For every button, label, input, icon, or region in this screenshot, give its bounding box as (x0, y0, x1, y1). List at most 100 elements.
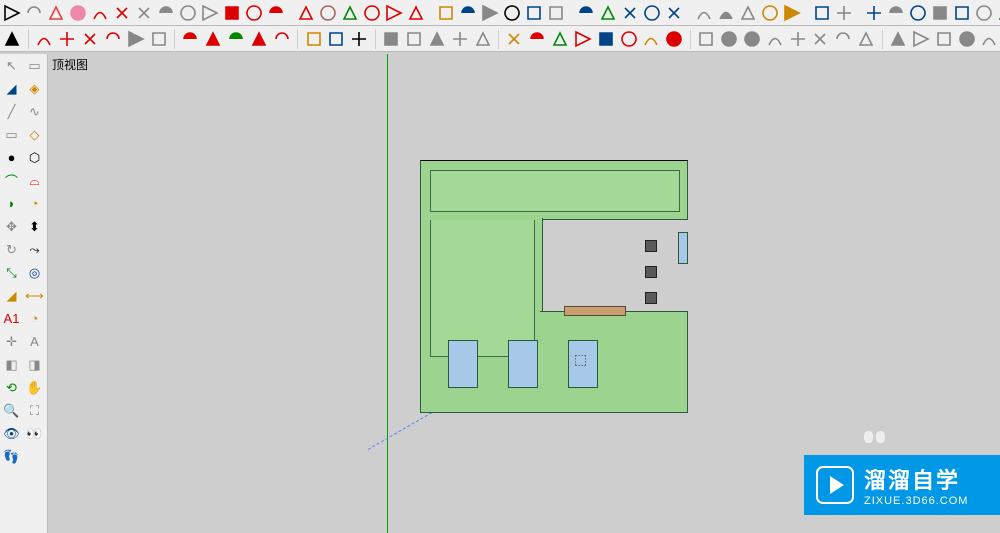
walk-icon[interactable] (738, 2, 758, 24)
text-label-icon[interactable] (502, 2, 522, 24)
tape-l-icon[interactable]: ◢ (0, 284, 23, 307)
walk-l-icon[interactable]: 👣 (0, 445, 23, 468)
move-icon[interactable] (296, 2, 316, 24)
curve-3-icon[interactable] (80, 28, 101, 50)
protractor-l-icon[interactable]: ◔ (23, 307, 46, 330)
select-arrow-icon[interactable] (2, 2, 22, 24)
offset-2-icon[interactable] (271, 28, 292, 50)
section-l-icon[interactable]: ◧ (0, 353, 23, 376)
position-cam-l-icon[interactable]: 👁 (0, 422, 23, 445)
rotate-icon[interactable] (340, 2, 360, 24)
zoom-window-icon[interactable] (642, 2, 662, 24)
dimension-l-icon[interactable]: ⟷ (23, 284, 46, 307)
orbit-l-icon[interactable]: ⟲ (0, 376, 23, 399)
shaded-icon[interactable] (952, 2, 972, 24)
house-6-icon[interactable] (856, 28, 877, 50)
tape-2-icon[interactable] (303, 28, 324, 50)
box-5-icon[interactable] (979, 28, 1000, 50)
box-4-icon[interactable] (956, 28, 977, 50)
tape-measure-icon[interactable] (436, 2, 456, 24)
zoom-l-icon[interactable]: 🔍 (0, 399, 23, 422)
arc-2pt-l-icon[interactable]: ⌓ (23, 169, 46, 192)
push-2-icon[interactable] (203, 28, 224, 50)
hidden-line-icon[interactable] (930, 2, 950, 24)
polygon-l-icon[interactable]: ⬡ (23, 146, 46, 169)
rotate-2-icon[interactable] (226, 28, 247, 50)
zoom-ext-l-icon[interactable]: ⛶ (23, 399, 46, 422)
ruby-icon[interactable] (664, 28, 685, 50)
paint-bucket-icon[interactable] (46, 2, 66, 24)
face-tool-2-icon[interactable] (148, 28, 169, 50)
scale-2-icon[interactable] (248, 28, 269, 50)
select-icon[interactable]: ↖ (0, 54, 23, 77)
monochrome-icon[interactable] (996, 2, 1000, 24)
cam-right-icon[interactable] (449, 28, 470, 50)
scale-icon[interactable] (384, 2, 404, 24)
rotated-rect-icon[interactable] (156, 2, 176, 24)
polygon-icon[interactable] (200, 2, 220, 24)
offset-icon[interactable] (406, 2, 426, 24)
dim-2-icon[interactable] (326, 28, 347, 50)
component-make-icon[interactable] (24, 2, 44, 24)
pan-l-icon[interactable]: ✋ (23, 376, 46, 399)
circle-icon[interactable] (178, 2, 198, 24)
plugin-4-icon[interactable] (572, 28, 593, 50)
plugin-7-icon[interactable] (641, 28, 662, 50)
cam-front-icon[interactable] (426, 28, 447, 50)
follow-me-icon[interactable] (362, 2, 382, 24)
curve-2-icon[interactable] (57, 28, 78, 50)
circle-l-icon[interactable]: ● (0, 146, 23, 169)
cam-top-icon[interactable] (404, 28, 425, 50)
back-edges-icon[interactable] (886, 2, 906, 24)
move-2-icon[interactable] (180, 28, 201, 50)
pan-icon[interactable] (598, 2, 618, 24)
curve-1-icon[interactable] (34, 28, 55, 50)
pencil-icon[interactable] (90, 2, 110, 24)
fog-icon[interactable] (834, 2, 854, 24)
arc-l-icon[interactable]: ⌒ (0, 169, 23, 192)
protractor-icon[interactable] (480, 2, 500, 24)
eraser-icon[interactable] (68, 2, 88, 24)
blank-l-icon[interactable] (23, 445, 46, 468)
box-2-icon[interactable] (910, 28, 931, 50)
house-2-icon[interactable] (764, 28, 785, 50)
warehouse-1-icon[interactable] (696, 28, 717, 50)
offset-l-icon[interactable]: ◎ (23, 261, 46, 284)
select-arrow-2-icon[interactable] (2, 28, 23, 50)
make-component-icon[interactable]: ▭ (23, 54, 46, 77)
rectangle-icon[interactable] (134, 2, 154, 24)
pie-icon[interactable] (266, 2, 286, 24)
cam-back-icon[interactable] (472, 28, 493, 50)
house-5-icon[interactable] (833, 28, 854, 50)
orbit-icon-icon[interactable] (576, 2, 596, 24)
zoom-extents-icon[interactable] (664, 2, 684, 24)
3d-text-icon[interactable] (546, 2, 566, 24)
section-fill-l-icon[interactable]: ◨ (23, 353, 46, 376)
freehand-icon[interactable] (112, 2, 132, 24)
shadows-icon[interactable] (812, 2, 832, 24)
axes-icon[interactable] (524, 2, 544, 24)
position-camera-icon[interactable] (694, 2, 714, 24)
warehouse-2-icon[interactable] (719, 28, 740, 50)
push-pull-icon[interactable] (318, 2, 338, 24)
xray-icon[interactable] (864, 2, 884, 24)
paint-bucket-l-icon[interactable]: ◢ (0, 77, 23, 100)
text-l-icon[interactable]: A1 (0, 307, 23, 330)
rotate-l-icon[interactable]: ↻ (0, 238, 23, 261)
plugin-3-icon[interactable] (550, 28, 571, 50)
look-l-icon[interactable]: 👀 (23, 422, 46, 445)
model-group[interactable]: ⬚ (420, 160, 690, 414)
follow-me-l-icon[interactable]: ⤳ (23, 238, 46, 261)
eraser-l-icon[interactable]: ◈ (23, 77, 46, 100)
cam-iso-icon[interactable] (381, 28, 402, 50)
plugin-6-icon[interactable] (618, 28, 639, 50)
zoom-icon[interactable] (620, 2, 640, 24)
section-plane-icon[interactable] (760, 2, 780, 24)
scale-l-icon[interactable]: ⤡ (0, 261, 23, 284)
section-display-icon[interactable] (782, 2, 802, 24)
plugin-2-icon[interactable] (527, 28, 548, 50)
arc-2pt-icon[interactable] (222, 2, 242, 24)
rotated-rect-l-icon[interactable]: ◇ (23, 123, 46, 146)
wireframe-icon[interactable] (908, 2, 928, 24)
shaded-textures-icon[interactable] (974, 2, 994, 24)
